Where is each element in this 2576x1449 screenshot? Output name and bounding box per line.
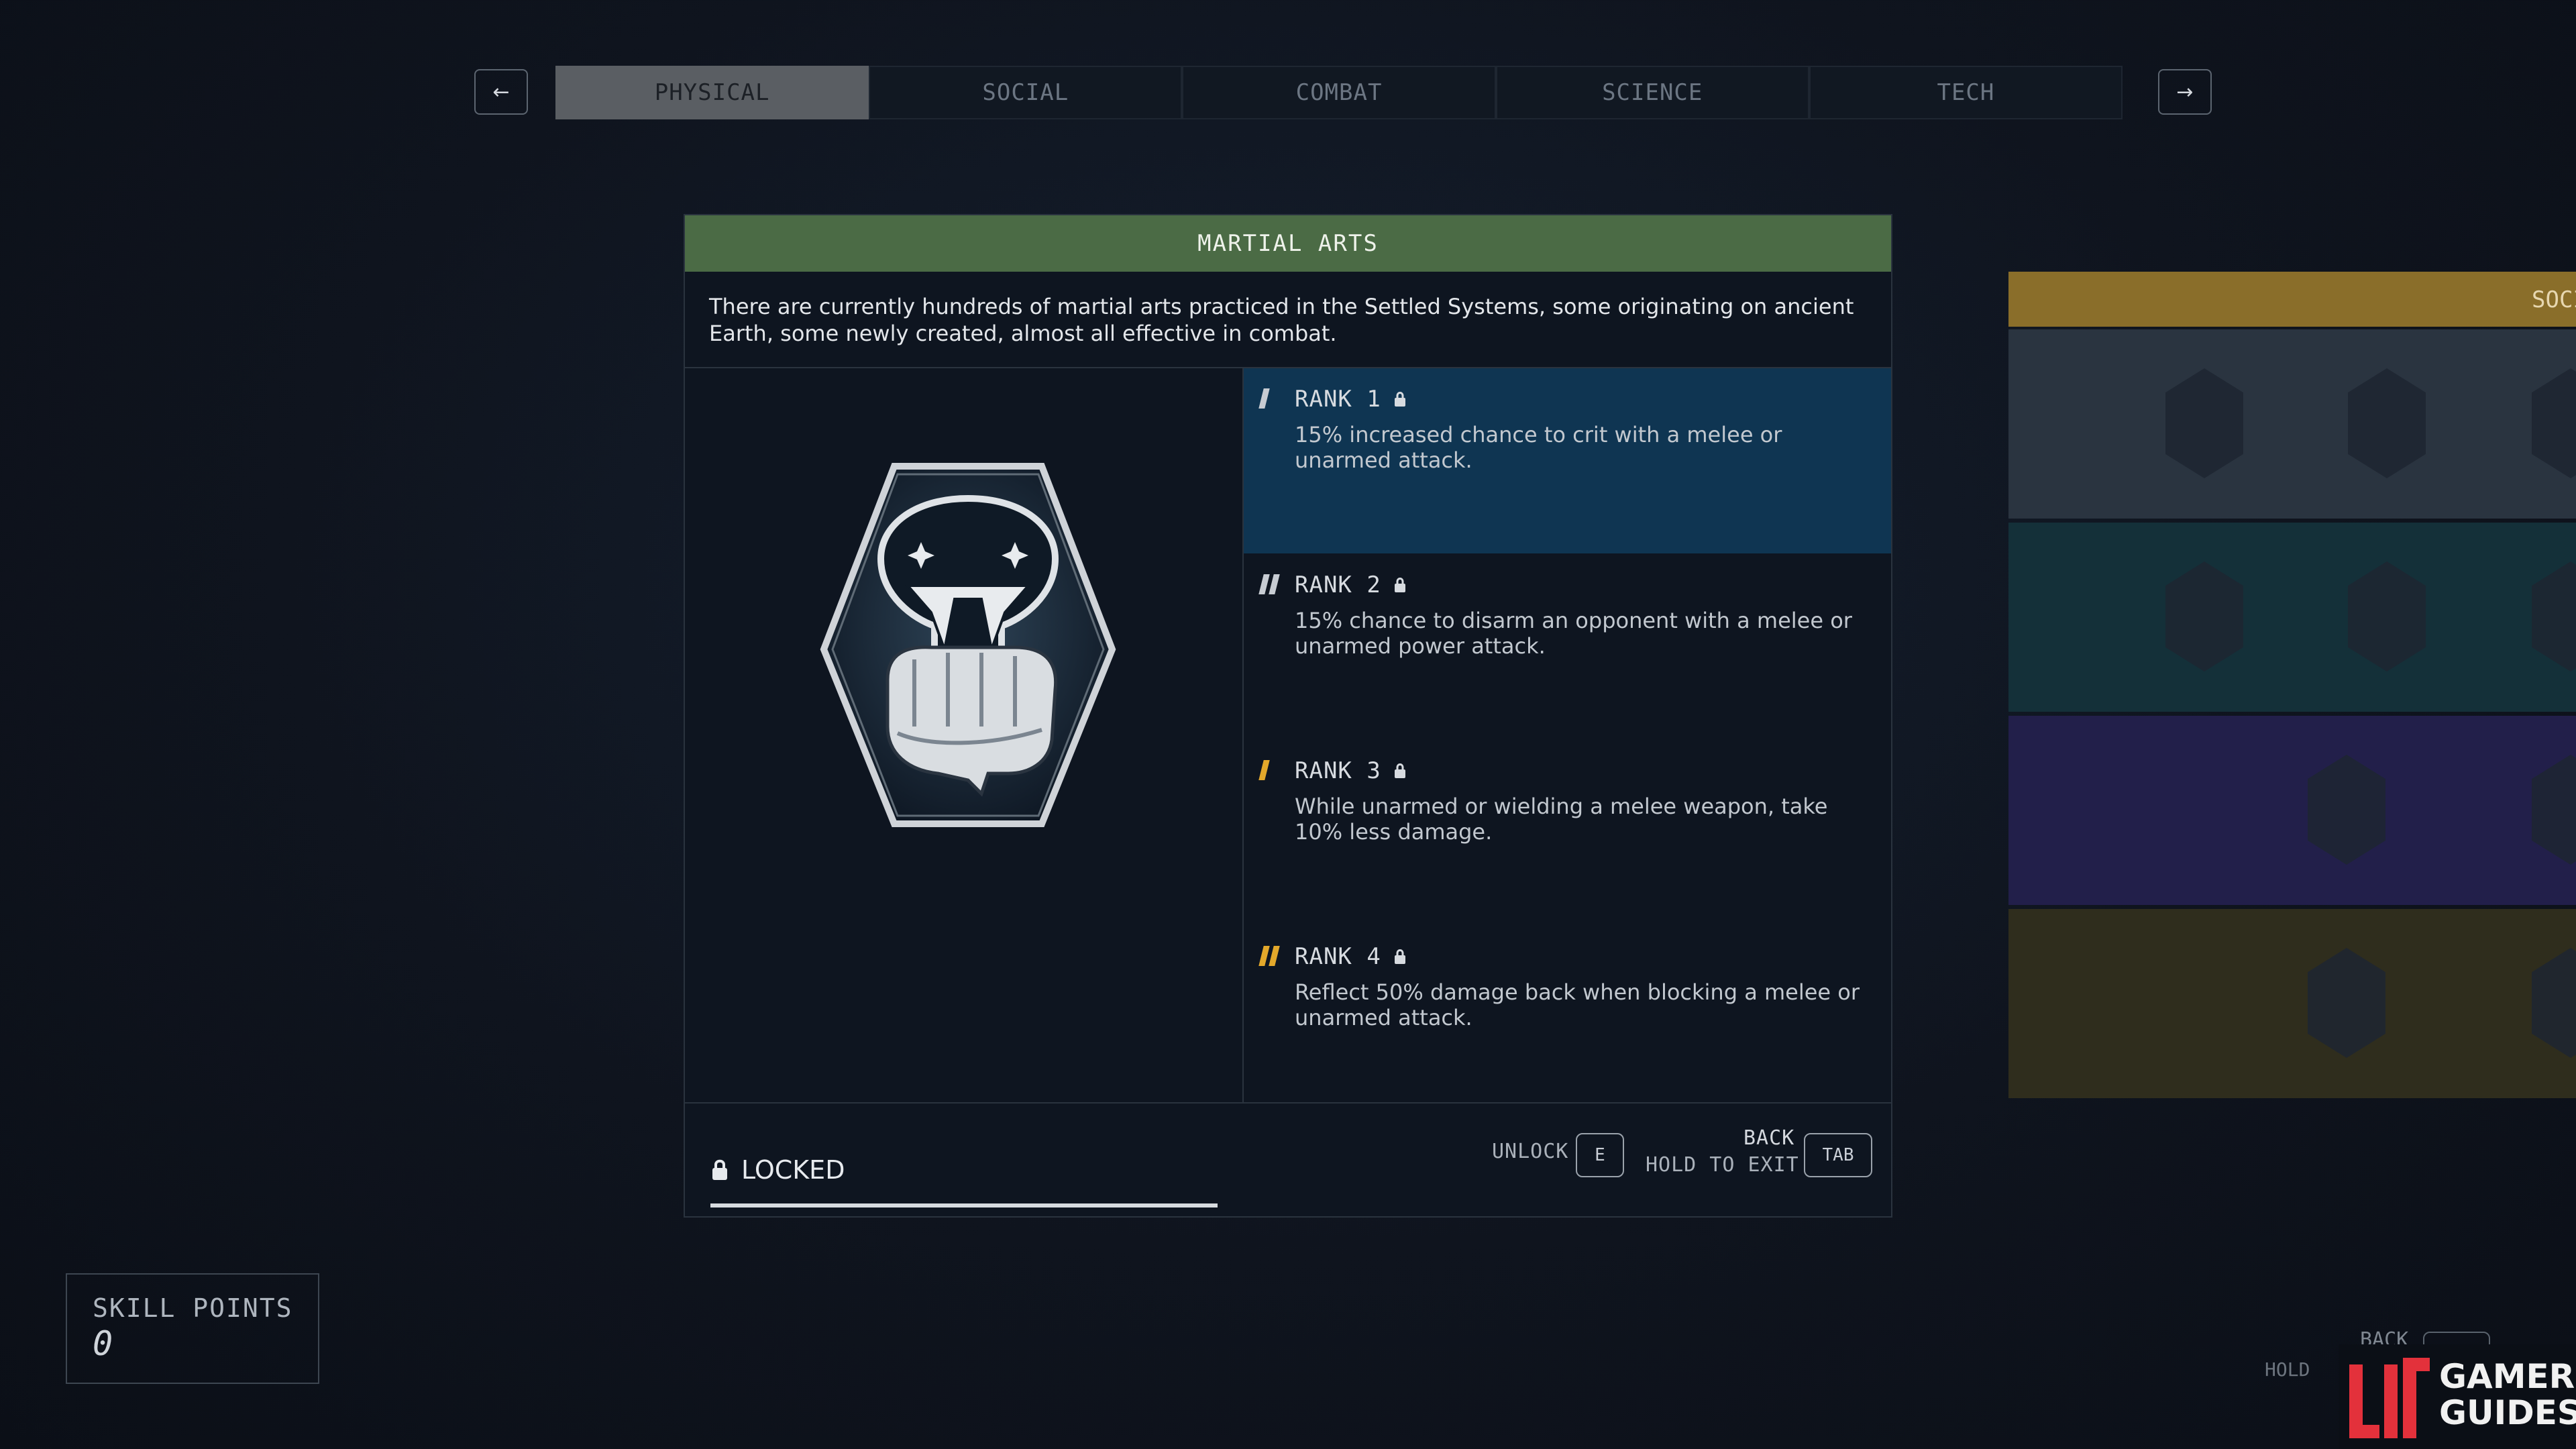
- skill-title: MARTIAL ARTS: [685, 215, 1891, 272]
- skill-tier-row: [2008, 716, 2576, 905]
- unlock-key-button[interactable]: E: [1576, 1133, 1624, 1177]
- hold-to-exit-label: HOLD TO EXIT: [1646, 1153, 1799, 1177]
- lock-icon: [1394, 763, 1405, 778]
- skill-tier-row: [2008, 329, 2576, 519]
- lock-icon: [1394, 578, 1405, 592]
- back-label: BACK: [1743, 1126, 1795, 1150]
- lock-icon: [1394, 392, 1405, 407]
- skill-description: There are currently hundreds of martial …: [685, 272, 1891, 368]
- watermark-hold-label: HOLD: [2265, 1358, 2310, 1381]
- skill-tier-row: [2008, 909, 2576, 1098]
- skill-points-label: SKILL POINTS: [93, 1293, 293, 1323]
- rank-2-description: 15% chance to disarm an opponent with a …: [1295, 608, 1852, 659]
- gamer-guides-logo-icon: [2349, 1358, 2430, 1438]
- skill-icon[interactable]: [2348, 561, 2426, 672]
- skill-icon[interactable]: [2308, 948, 2385, 1058]
- rank-list: RANK 1 15% increased chance to crit with…: [1244, 368, 1891, 1102]
- rank-2-label: RANK 2: [1295, 572, 1381, 598]
- skill-icon[interactable]: [2165, 368, 2243, 478]
- rank-2-marks: [1258, 574, 1280, 594]
- rank-1-label: RANK 1: [1295, 386, 1381, 413]
- rank-3-row[interactable]: RANK 3 While unarmed or wielding a melee…: [1244, 740, 1891, 925]
- skill-tier-row: [2008, 523, 2576, 712]
- skill-icon[interactable]: [2348, 368, 2426, 478]
- unlock-label: UNLOCK: [1492, 1140, 1569, 1163]
- skill-icon[interactable]: [2532, 368, 2576, 478]
- skill-icon[interactable]: [2532, 561, 2576, 672]
- adjacent-skill-tree-preview: SOCI: [2008, 272, 2576, 1107]
- arrow-right-icon: →: [2176, 80, 2194, 104]
- logo-line-2: GUIDES: [2439, 1393, 2576, 1432]
- tab-combat[interactable]: COMBAT: [1182, 66, 1496, 119]
- panel-footer: UNLOCK E BACK HOLD TO EXIT TAB: [685, 1104, 1891, 1218]
- tab-social[interactable]: SOCIAL: [869, 66, 1183, 119]
- skill-body: LOCKED RANK 1 15% increased chance to cr…: [685, 368, 1891, 1208]
- skill-points-value: 0: [93, 1324, 113, 1363]
- rank-1-row[interactable]: RANK 1 15% increased chance to crit with…: [1244, 368, 1891, 553]
- logo-line-1: GAMER: [2439, 1357, 2575, 1396]
- rank-4-label: RANK 4: [1295, 943, 1381, 970]
- back-key-button[interactable]: TAB: [1804, 1133, 1872, 1177]
- rank-2-row[interactable]: RANK 2 15% chance to disarm an opponent …: [1244, 554, 1891, 739]
- rank-3-label: RANK 3: [1295, 757, 1381, 784]
- gamer-guides-logo: GAMER GUIDES: [2339, 1344, 2576, 1449]
- side-panel-header: SOCI: [2008, 272, 2576, 327]
- skill-detail-panel: MARTIAL ARTS There are currently hundred…: [684, 214, 1892, 1218]
- rank-3-marks: [1258, 760, 1270, 780]
- tab-tech[interactable]: TECH: [1809, 66, 2123, 119]
- arrow-left-icon: ←: [492, 80, 510, 104]
- rank-1-marks: [1258, 388, 1270, 409]
- skill-icon[interactable]: [2308, 755, 2385, 865]
- rank-3-description: While unarmed or wielding a melee weapon…: [1295, 794, 1828, 845]
- rank-4-row[interactable]: RANK 4 Reflect 50% damage back when bloc…: [1244, 926, 1891, 1111]
- category-tabs: PHYSICAL SOCIAL COMBAT SCIENCE TECH: [555, 66, 2123, 119]
- next-category-button[interactable]: →: [2158, 69, 2212, 115]
- rank-1-description: 15% increased chance to crit with a mele…: [1295, 422, 1782, 473]
- skill-icon[interactable]: [2532, 755, 2576, 865]
- skill-badge-column: LOCKED: [685, 368, 1244, 1208]
- side-panel-title: SOCI: [2532, 286, 2576, 313]
- skill-icon[interactable]: [2165, 561, 2243, 672]
- tab-science[interactable]: SCIENCE: [1495, 66, 1809, 119]
- lock-icon: [1394, 949, 1405, 964]
- rank-4-description: Reflect 50% damage back when blocking a …: [1295, 979, 1860, 1030]
- skill-icon[interactable]: [2532, 948, 2576, 1058]
- snake-fist-badge-icon: [820, 463, 1116, 827]
- rank-4-marks: [1258, 946, 1280, 966]
- prev-category-button[interactable]: ←: [474, 69, 528, 115]
- tab-physical[interactable]: PHYSICAL: [555, 66, 869, 119]
- skill-points-box: SKILL POINTS 0: [66, 1273, 319, 1384]
